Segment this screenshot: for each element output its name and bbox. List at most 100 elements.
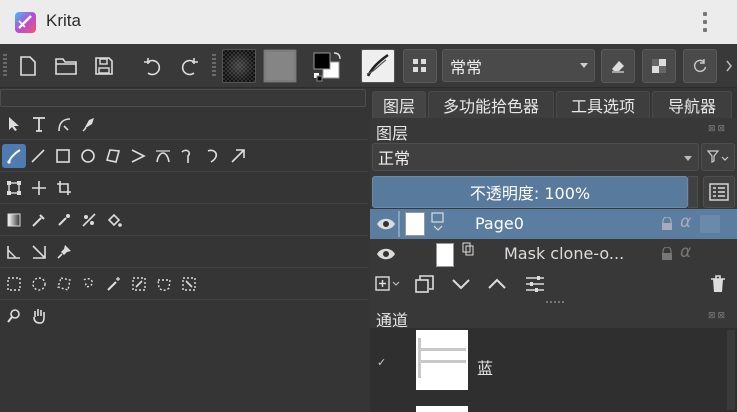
layer-settings-button[interactable]: [522, 272, 548, 296]
layer-name: Page0: [475, 214, 524, 233]
freehand-brush-tool[interactable]: [2, 144, 26, 168]
toolbar-overflow-button[interactable]: [722, 50, 736, 82]
add-layer-button[interactable]: [372, 272, 406, 296]
smart-patch-tool[interactable]: [52, 208, 76, 232]
bezier-curve-tool[interactable]: [151, 144, 175, 168]
layer-opacity-slider[interactable]: 不透明度: 100%: [372, 176, 688, 208]
open-document-button[interactable]: [52, 50, 80, 82]
toolbar-grip[interactable]: [3, 54, 7, 78]
polygon-tool[interactable]: [101, 144, 125, 168]
rect-select-icon: [7, 277, 21, 291]
eraser-mode-button[interactable]: [601, 49, 635, 83]
lock-icon[interactable]: [660, 217, 674, 231]
transform-tool[interactable]: [2, 176, 26, 200]
fg-bg-color-selector[interactable]: [310, 50, 346, 82]
eraser-icon: [612, 61, 624, 73]
docker-float-close-buttons[interactable]: ⊠⊠: [708, 311, 734, 323]
measure-tool[interactable]: [2, 240, 26, 264]
crop-tool[interactable]: [52, 176, 76, 200]
alpha-lock-icon: [652, 59, 666, 73]
tab-label: 图层: [382, 97, 415, 116]
rectangular-selection-tool[interactable]: [2, 272, 26, 296]
magnetic-selection-tool[interactable]: [177, 272, 201, 296]
select-shapes-tool[interactable]: [2, 112, 26, 136]
blend-mode-combo[interactable]: 常常: [442, 49, 595, 82]
zoom-tool[interactable]: [2, 304, 26, 328]
alpha-inherit-icon[interactable]: α: [680, 242, 691, 262]
text-tool[interactable]: [27, 112, 51, 136]
multibrush-tool[interactable]: [226, 144, 250, 168]
ellipse-tool[interactable]: [76, 144, 100, 168]
assistant-tool[interactable]: [77, 208, 101, 232]
polyline-icon: [131, 149, 146, 163]
gradient-icon: [223, 50, 255, 82]
gradient-selector[interactable]: [222, 49, 256, 83]
edit-shapes-tool[interactable]: [52, 112, 76, 136]
workspace-layout-button[interactable]: [403, 49, 437, 83]
eye-icon[interactable]: [376, 217, 396, 231]
calligraphy-tool[interactable]: [77, 112, 101, 136]
tab-tool-options[interactable]: 工具选项: [556, 91, 650, 118]
layer-blend-mode-combo[interactable]: 正常: [372, 143, 699, 171]
tab-color-selector[interactable]: 多功能拾色器: [428, 91, 554, 118]
reference-images-tool[interactable]: [52, 240, 76, 264]
toolbar-grip[interactable]: [212, 54, 216, 78]
delete-layer-button[interactable]: [705, 272, 731, 296]
brush-preset-selector[interactable]: [361, 49, 395, 83]
brush-icon: [7, 149, 21, 164]
chevron-down-icon: [684, 156, 692, 161]
layer-filter-button[interactable]: [701, 143, 735, 171]
add-layer-icon: [375, 276, 400, 291]
reload-preset-button[interactable]: [683, 49, 717, 83]
move-layer-up-button[interactable]: [484, 272, 510, 296]
preserve-alpha-button[interactable]: [642, 49, 676, 83]
move-layer-down-button[interactable]: [448, 272, 474, 296]
fill-tool[interactable]: [102, 208, 126, 232]
splitter-handle[interactable]: [546, 301, 566, 303]
layer-type-icon: [431, 212, 444, 231]
elliptical-selection-tool[interactable]: [27, 272, 51, 296]
opacity-spin-buttons[interactable]: [688, 176, 698, 208]
undo-button[interactable]: [138, 50, 166, 82]
filter-icon: [707, 150, 729, 163]
overflow-menu-button[interactable]: [697, 10, 713, 34]
freehand-selection-tool[interactable]: [77, 272, 101, 296]
layer-row[interactable]: Page0 α: [370, 209, 737, 239]
save-button[interactable]: [90, 50, 118, 82]
alpha-inherit-icon[interactable]: α: [680, 212, 691, 232]
redo-button[interactable]: [176, 50, 204, 82]
move-tool[interactable]: [27, 176, 51, 200]
new-document-button[interactable]: [14, 50, 42, 82]
layer-actions-bar: [370, 269, 737, 299]
tab-navigator[interactable]: 导航器: [652, 91, 732, 118]
checkmark-icon[interactable]: ✓: [377, 356, 386, 369]
lock-icon[interactable]: [660, 247, 674, 261]
bezier-selection-tool[interactable]: [152, 272, 176, 296]
rectangle-tool[interactable]: [51, 144, 75, 168]
docker-float-close-buttons[interactable]: ⊠⊠: [708, 124, 734, 136]
channel-row[interactable]: ✓ 蓝: [370, 328, 737, 396]
pattern-selector[interactable]: [263, 49, 297, 83]
eye-icon[interactable]: [376, 247, 396, 261]
tab-layers[interactable]: 图层: [372, 91, 426, 118]
ellipse-icon: [81, 149, 95, 163]
line-tool[interactable]: [26, 144, 50, 168]
gradient-tool[interactable]: [2, 208, 26, 232]
color-picker-tool[interactable]: [27, 208, 51, 232]
chevron-down-icon: [580, 63, 588, 68]
freehand-path-tool[interactable]: [176, 144, 200, 168]
duplicate-layer-button[interactable]: [412, 272, 438, 296]
polygonal-selection-tool[interactable]: [52, 272, 76, 296]
contiguous-selection-tool[interactable]: [102, 272, 126, 296]
layer-name: Mask clone-o...: [504, 244, 625, 263]
layer-extra-toggle[interactable]: [700, 215, 720, 233]
tab-label: 工具选项: [570, 97, 635, 116]
similar-color-selection-tool[interactable]: [127, 272, 151, 296]
pan-tool[interactable]: [27, 304, 51, 328]
polyline-tool[interactable]: [126, 144, 150, 168]
layer-properties-button[interactable]: [703, 176, 735, 208]
dynamic-brush-tool[interactable]: [201, 144, 225, 168]
perspective-grid-tool[interactable]: [27, 240, 51, 264]
channels-scrollbar[interactable]: [727, 330, 735, 410]
layer-row[interactable]: Mask clone-o... α: [370, 239, 737, 269]
